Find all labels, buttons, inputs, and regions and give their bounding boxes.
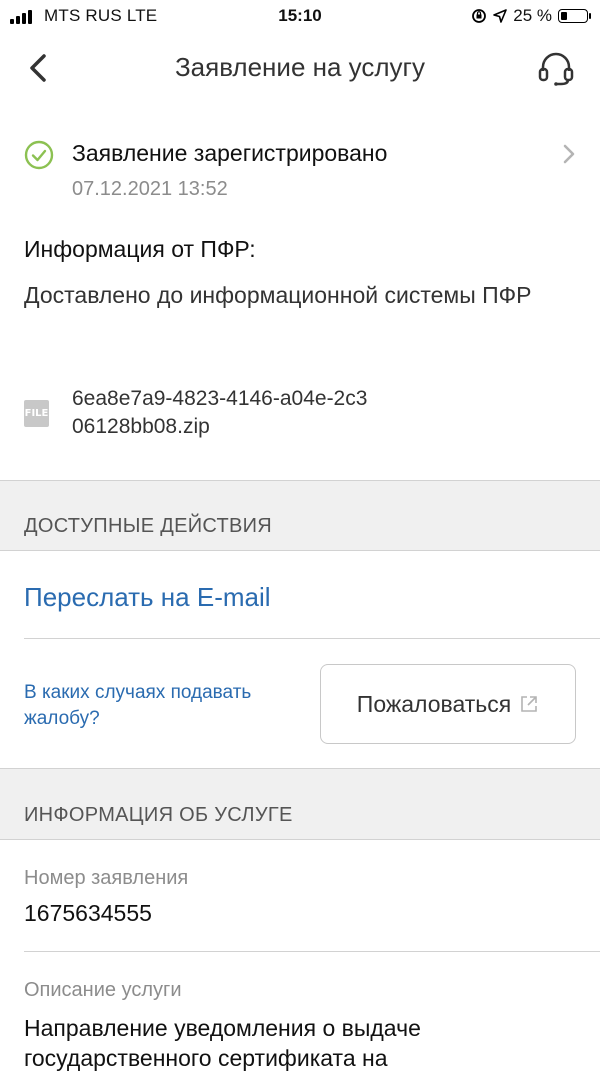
actions-section-title: ДОСТУПНЫЕ ДЕЙСТВИЯ bbox=[24, 515, 273, 537]
actions-section-header: ДОСТУПНЫЕ ДЕЙСТВИЯ bbox=[0, 480, 600, 551]
headset-icon bbox=[538, 52, 574, 86]
complaint-info-link[interactable]: В каких случаях подавать жалобу? bbox=[24, 680, 284, 732]
status-bar: MTS RUS LTE 15:10 25 % bbox=[0, 0, 600, 34]
pfr-info-heading: Информация от ПФР: bbox=[24, 236, 256, 262]
complain-button[interactable]: Пожаловаться bbox=[320, 664, 576, 744]
service-description-label: Описание услуги bbox=[24, 979, 182, 1001]
status-right-group: 25 % bbox=[471, 6, 591, 26]
application-status-date: 07.12.2021 13:52 bbox=[72, 178, 228, 200]
service-info-section-header: ИНФОРМАЦИЯ ОБ УСЛУГЕ bbox=[0, 768, 600, 840]
external-link-icon bbox=[521, 696, 538, 712]
complain-button-label: Пожаловаться bbox=[356, 690, 512, 717]
nav-header: Заявление на услугу bbox=[0, 34, 600, 100]
service-description-value: Направление уведомления о выдаче государ… bbox=[24, 1015, 421, 1071]
pfr-info-text: Доставлено до информационной системы ПФР bbox=[24, 282, 532, 308]
chevron-right-icon bbox=[563, 144, 575, 164]
application-status-title: Заявление зарегистрировано bbox=[72, 140, 388, 166]
application-status-row[interactable]: Заявление зарегистрировано 07.12.2021 13… bbox=[0, 130, 600, 210]
battery-percent: 25 % bbox=[513, 6, 552, 25]
location-arrow-icon bbox=[493, 9, 508, 23]
service-info-section-title: ИНФОРМАЦИЯ ОБ УСЛУГЕ bbox=[24, 804, 293, 826]
support-button[interactable] bbox=[534, 46, 578, 90]
battery-fill bbox=[561, 12, 567, 20]
divider bbox=[24, 638, 600, 639]
forward-email-link[interactable]: Переслать на E-mail bbox=[24, 582, 271, 613]
file-icon: FILE bbox=[24, 400, 49, 427]
battery-icon bbox=[558, 9, 591, 23]
attachment-file-name: 6ea8e7a9-4823-4146-a04e-2c306128bb08.zip bbox=[72, 387, 368, 438]
divider bbox=[24, 951, 600, 952]
application-number-label: Номер заявления bbox=[24, 867, 189, 889]
orientation-lock-icon bbox=[472, 9, 487, 23]
page-title: Заявление на услугу bbox=[174, 52, 426, 82]
check-circle-icon bbox=[24, 140, 54, 170]
application-number-value: 1675634555 bbox=[24, 900, 152, 926]
attachment-file[interactable]: FILE 6ea8e7a9-4823-4146-a04e-2c306128bb0… bbox=[0, 385, 600, 445]
